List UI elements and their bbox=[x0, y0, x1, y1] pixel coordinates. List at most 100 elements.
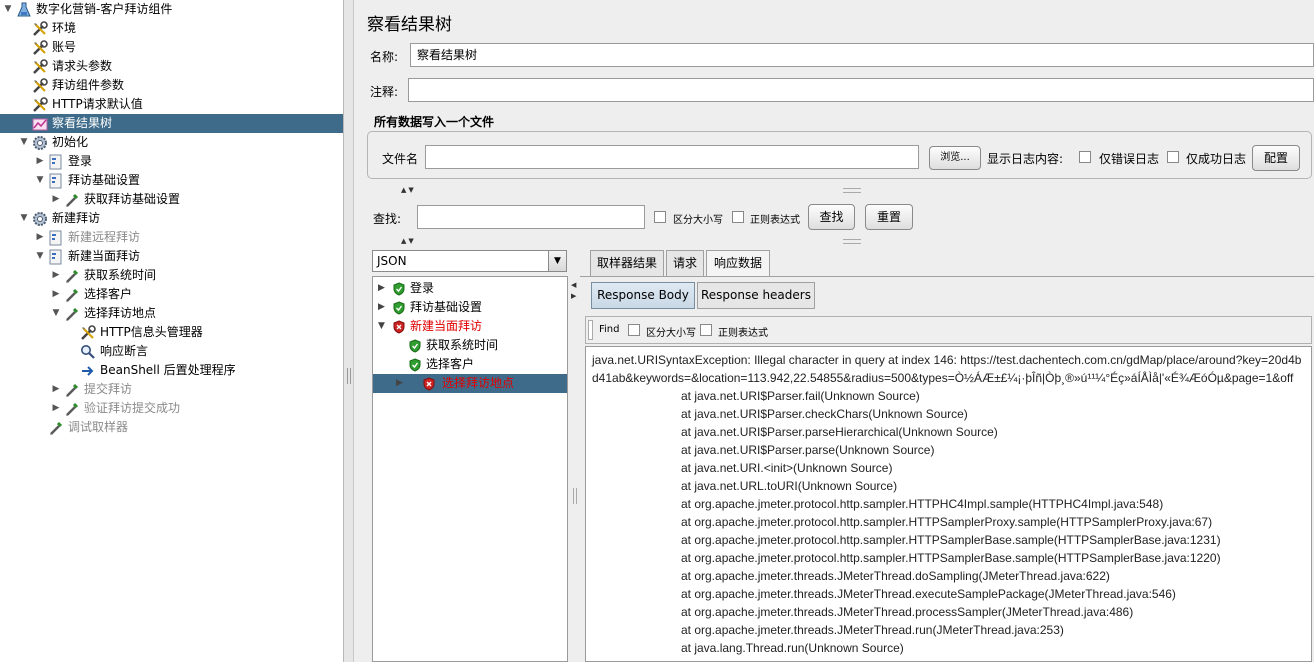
subtab-response-headers[interactable]: Response headers bbox=[697, 282, 815, 309]
file-name-field[interactable] bbox=[425, 145, 919, 169]
tree-node[interactable]: 请求头参数 bbox=[0, 57, 343, 76]
tree-node-label: 新建远程拜访 bbox=[68, 230, 141, 244]
main-splitter[interactable] bbox=[343, 0, 354, 662]
tree-node[interactable]: BeanShell 后置处理程序 bbox=[0, 361, 343, 380]
arrow-icon bbox=[80, 363, 96, 379]
errors-only-checkbox[interactable] bbox=[1079, 151, 1091, 163]
sample-results-tree[interactable]: ▶ 登录 ▶ 拜访基础设置 ▼ 新建当面拜访 获取系统时间 选择客户 ▶ 选择拜访地点 bbox=[372, 276, 568, 662]
stack-trace-line: at org.apache.jmeter.threads.JMeterThrea… bbox=[681, 623, 1064, 637]
tree-node[interactable]: ▼ 选择拜访地点 bbox=[0, 304, 343, 323]
divider2-knob[interactable] bbox=[843, 239, 861, 244]
tree-node[interactable]: HTTP信息头管理器 bbox=[0, 323, 343, 342]
result-tree-node[interactable]: ▶ 登录 bbox=[373, 279, 567, 298]
tree-node[interactable]: ▼ 新建拜访 bbox=[0, 209, 343, 228]
flask-icon bbox=[16, 2, 32, 18]
tab-request[interactable]: 请求 bbox=[666, 250, 704, 276]
result-tree-node[interactable]: 选择客户 bbox=[373, 355, 567, 374]
tree-node[interactable]: 察看结果树 bbox=[0, 114, 343, 133]
tree-node[interactable]: ▶ 获取拜访基础设置 bbox=[0, 190, 343, 209]
tree-node-label: HTTP请求默认值 bbox=[52, 97, 143, 111]
search-input[interactable] bbox=[417, 205, 645, 229]
results-splitter-arrows-icon[interactable]: ◀ ▶ bbox=[571, 280, 576, 302]
subtab-response-body[interactable]: Response Body bbox=[591, 282, 695, 309]
page-title: 察看结果树 bbox=[367, 15, 452, 35]
tree-node[interactable]: ▶ 新建远程拜访 bbox=[0, 228, 343, 247]
expand-toggle-icon[interactable]: ▶ bbox=[50, 380, 62, 399]
expand-toggle-icon[interactable]: ▶ bbox=[396, 374, 403, 393]
tree-node[interactable]: 响应断言 bbox=[0, 342, 343, 361]
pipette-icon bbox=[64, 192, 80, 208]
find-input[interactable] bbox=[588, 320, 593, 340]
divider-2[interactable]: ▲▼ bbox=[365, 237, 1314, 245]
tree-node[interactable]: ▼ 拜访基础设置 bbox=[0, 171, 343, 190]
stack-trace-line: at java.net.URI$Parser.parseHierarchical… bbox=[681, 425, 998, 439]
find-regex-checkbox[interactable] bbox=[700, 324, 712, 336]
tree-node-label: 请求头参数 bbox=[52, 59, 113, 73]
results-splitter[interactable]: ◀ ▶ bbox=[570, 248, 578, 662]
expand-toggle-icon[interactable]: ▶ bbox=[50, 285, 62, 304]
expand-toggle-icon[interactable]: ▶ bbox=[34, 228, 46, 247]
tree-node[interactable]: ▶ 验证拜访提交成功 bbox=[0, 399, 343, 418]
divider2-arrows-icon[interactable]: ▲▼ bbox=[401, 237, 416, 245]
tree-node[interactable]: ▶ 登录 bbox=[0, 152, 343, 171]
result-tree-node[interactable]: ▶ 选择拜访地点 bbox=[373, 374, 567, 393]
tree-node[interactable]: 调试取样器 bbox=[0, 418, 343, 437]
log-content-label: 显示日志内容: bbox=[987, 152, 1064, 166]
result-tree-node[interactable]: 获取系统时间 bbox=[373, 336, 567, 355]
name-field[interactable]: 察看结果树 bbox=[410, 43, 1314, 67]
tree-node[interactable]: ▼ 初始化 bbox=[0, 133, 343, 152]
results-splitter-grip[interactable] bbox=[573, 488, 577, 504]
tab-sampler-result[interactable]: 取样器结果 bbox=[590, 250, 664, 276]
result-tree-node[interactable]: ▶ 拜访基础设置 bbox=[373, 298, 567, 317]
chevron-down-icon[interactable]: ▼ bbox=[548, 251, 566, 271]
tree-node[interactable]: ▶ 提交拜访 bbox=[0, 380, 343, 399]
divider-knob[interactable] bbox=[843, 188, 861, 193]
expand-toggle-icon[interactable]: ▶ bbox=[378, 298, 385, 317]
test-plan-tree[interactable]: ▼ 数字化营销-客户拜访组件环境账号请求头参数拜访组件参数 HTTP请求默认值察看结… bbox=[0, 0, 343, 662]
regex-checkbox[interactable] bbox=[732, 211, 744, 223]
collapse-toggle-icon[interactable]: ▼ bbox=[2, 0, 14, 19]
collapse-toggle-icon[interactable]: ▼ bbox=[50, 304, 62, 323]
collapse-toggle-icon[interactable]: ▼ bbox=[18, 133, 30, 152]
find-case-checkbox[interactable] bbox=[628, 324, 640, 336]
tree-node[interactable]: 账号 bbox=[0, 38, 343, 57]
exception-message-cont: d41ab&keywords=&location=113.942,22.5485… bbox=[592, 371, 1294, 385]
comment-field[interactable] bbox=[408, 78, 1314, 102]
search-button[interactable]: 查找 bbox=[808, 204, 855, 230]
case-sensitive-label: 区分大小写 bbox=[673, 215, 723, 226]
tree-node[interactable]: HTTP请求默认值 bbox=[0, 95, 343, 114]
stack-trace-line: at java.lang.Thread.run(Unknown Source) bbox=[681, 641, 904, 655]
collapse-toggle-icon[interactable]: ▼ bbox=[18, 209, 30, 228]
result-tree-label: 拜访基础设置 bbox=[410, 300, 483, 314]
regex-label: 正则表达式 bbox=[750, 215, 800, 226]
tab-response-data[interactable]: 响应数据 bbox=[706, 250, 770, 276]
tree-node[interactable]: 拜访组件参数 bbox=[0, 76, 343, 95]
tree-node[interactable]: ▼ 数字化营销-客户拜访组件 bbox=[0, 0, 343, 19]
collapse-toggle-icon[interactable]: ▼ bbox=[378, 317, 385, 336]
expand-toggle-icon[interactable]: ▶ bbox=[378, 279, 385, 298]
config-button[interactable]: 配置 bbox=[1252, 145, 1300, 171]
collapse-toggle-icon[interactable]: ▼ bbox=[34, 171, 46, 190]
expand-toggle-icon[interactable]: ▶ bbox=[50, 190, 62, 209]
tree-node[interactable]: 环境 bbox=[0, 19, 343, 38]
success-only-checkbox[interactable] bbox=[1167, 151, 1179, 163]
divider-1[interactable]: ▲▼ bbox=[365, 186, 1314, 194]
reset-button[interactable]: 重置 bbox=[865, 204, 913, 230]
expand-toggle-icon[interactable]: ▶ bbox=[50, 399, 62, 418]
tree-node[interactable]: ▶ 选择客户 bbox=[0, 285, 343, 304]
tree-node[interactable]: ▶ 获取系统时间 bbox=[0, 266, 343, 285]
response-body-text[interactable]: java.net.URISyntaxException: Illegal cha… bbox=[585, 346, 1312, 662]
tree-node-label: 账号 bbox=[52, 40, 77, 54]
tree-node[interactable]: ▼ 新建当面拜访 bbox=[0, 247, 343, 266]
browse-button[interactable]: 浏览... bbox=[929, 146, 981, 170]
result-tree-node[interactable]: ▼ 新建当面拜访 bbox=[373, 317, 567, 336]
expand-toggle-icon[interactable]: ▶ bbox=[50, 266, 62, 285]
collapse-toggle-icon[interactable]: ▼ bbox=[34, 247, 46, 266]
case-sensitive-checkbox[interactable] bbox=[654, 211, 666, 223]
expand-toggle-icon[interactable]: ▶ bbox=[34, 152, 46, 171]
divider-arrows-icon[interactable]: ▲▼ bbox=[401, 186, 416, 194]
pipette-icon bbox=[48, 420, 64, 436]
tree-node-label: 数字化营销-客户拜访组件 bbox=[36, 2, 173, 16]
splitter-grip[interactable] bbox=[347, 368, 351, 384]
renderer-select[interactable]: JSON ▼ bbox=[372, 250, 567, 272]
